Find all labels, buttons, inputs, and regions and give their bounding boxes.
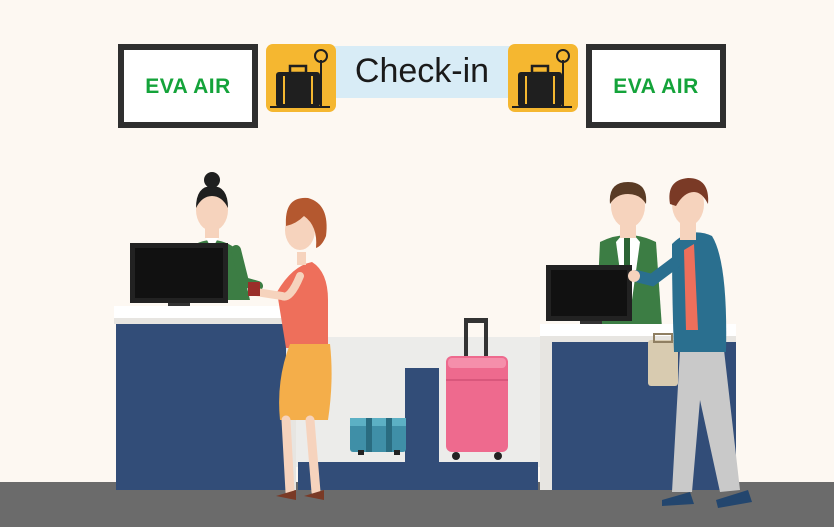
right-brand-text: EVA AIR — [613, 75, 699, 98]
luggage-scale-icon — [508, 44, 578, 112]
left-brand-monitor: EVA AIR — [118, 44, 258, 128]
left-check-in-counter — [114, 306, 296, 490]
check-in-illustration: EVA AIR EVA AIR Check-in — [0, 0, 834, 527]
right-counter-monitor — [546, 265, 632, 327]
luggage-scale-icon — [266, 44, 336, 112]
teal-suitcase — [350, 418, 406, 455]
check-in-label: Check-in — [355, 52, 489, 90]
check-in-banner: Check-in — [330, 46, 514, 98]
left-counter-monitor — [130, 243, 228, 309]
right-brand-monitor: EVA AIR — [586, 44, 726, 128]
scene-svg: EVA AIR EVA AIR Check-in — [0, 0, 834, 527]
scale-divider — [405, 368, 439, 468]
left-brand-text: EVA AIR — [145, 75, 231, 98]
